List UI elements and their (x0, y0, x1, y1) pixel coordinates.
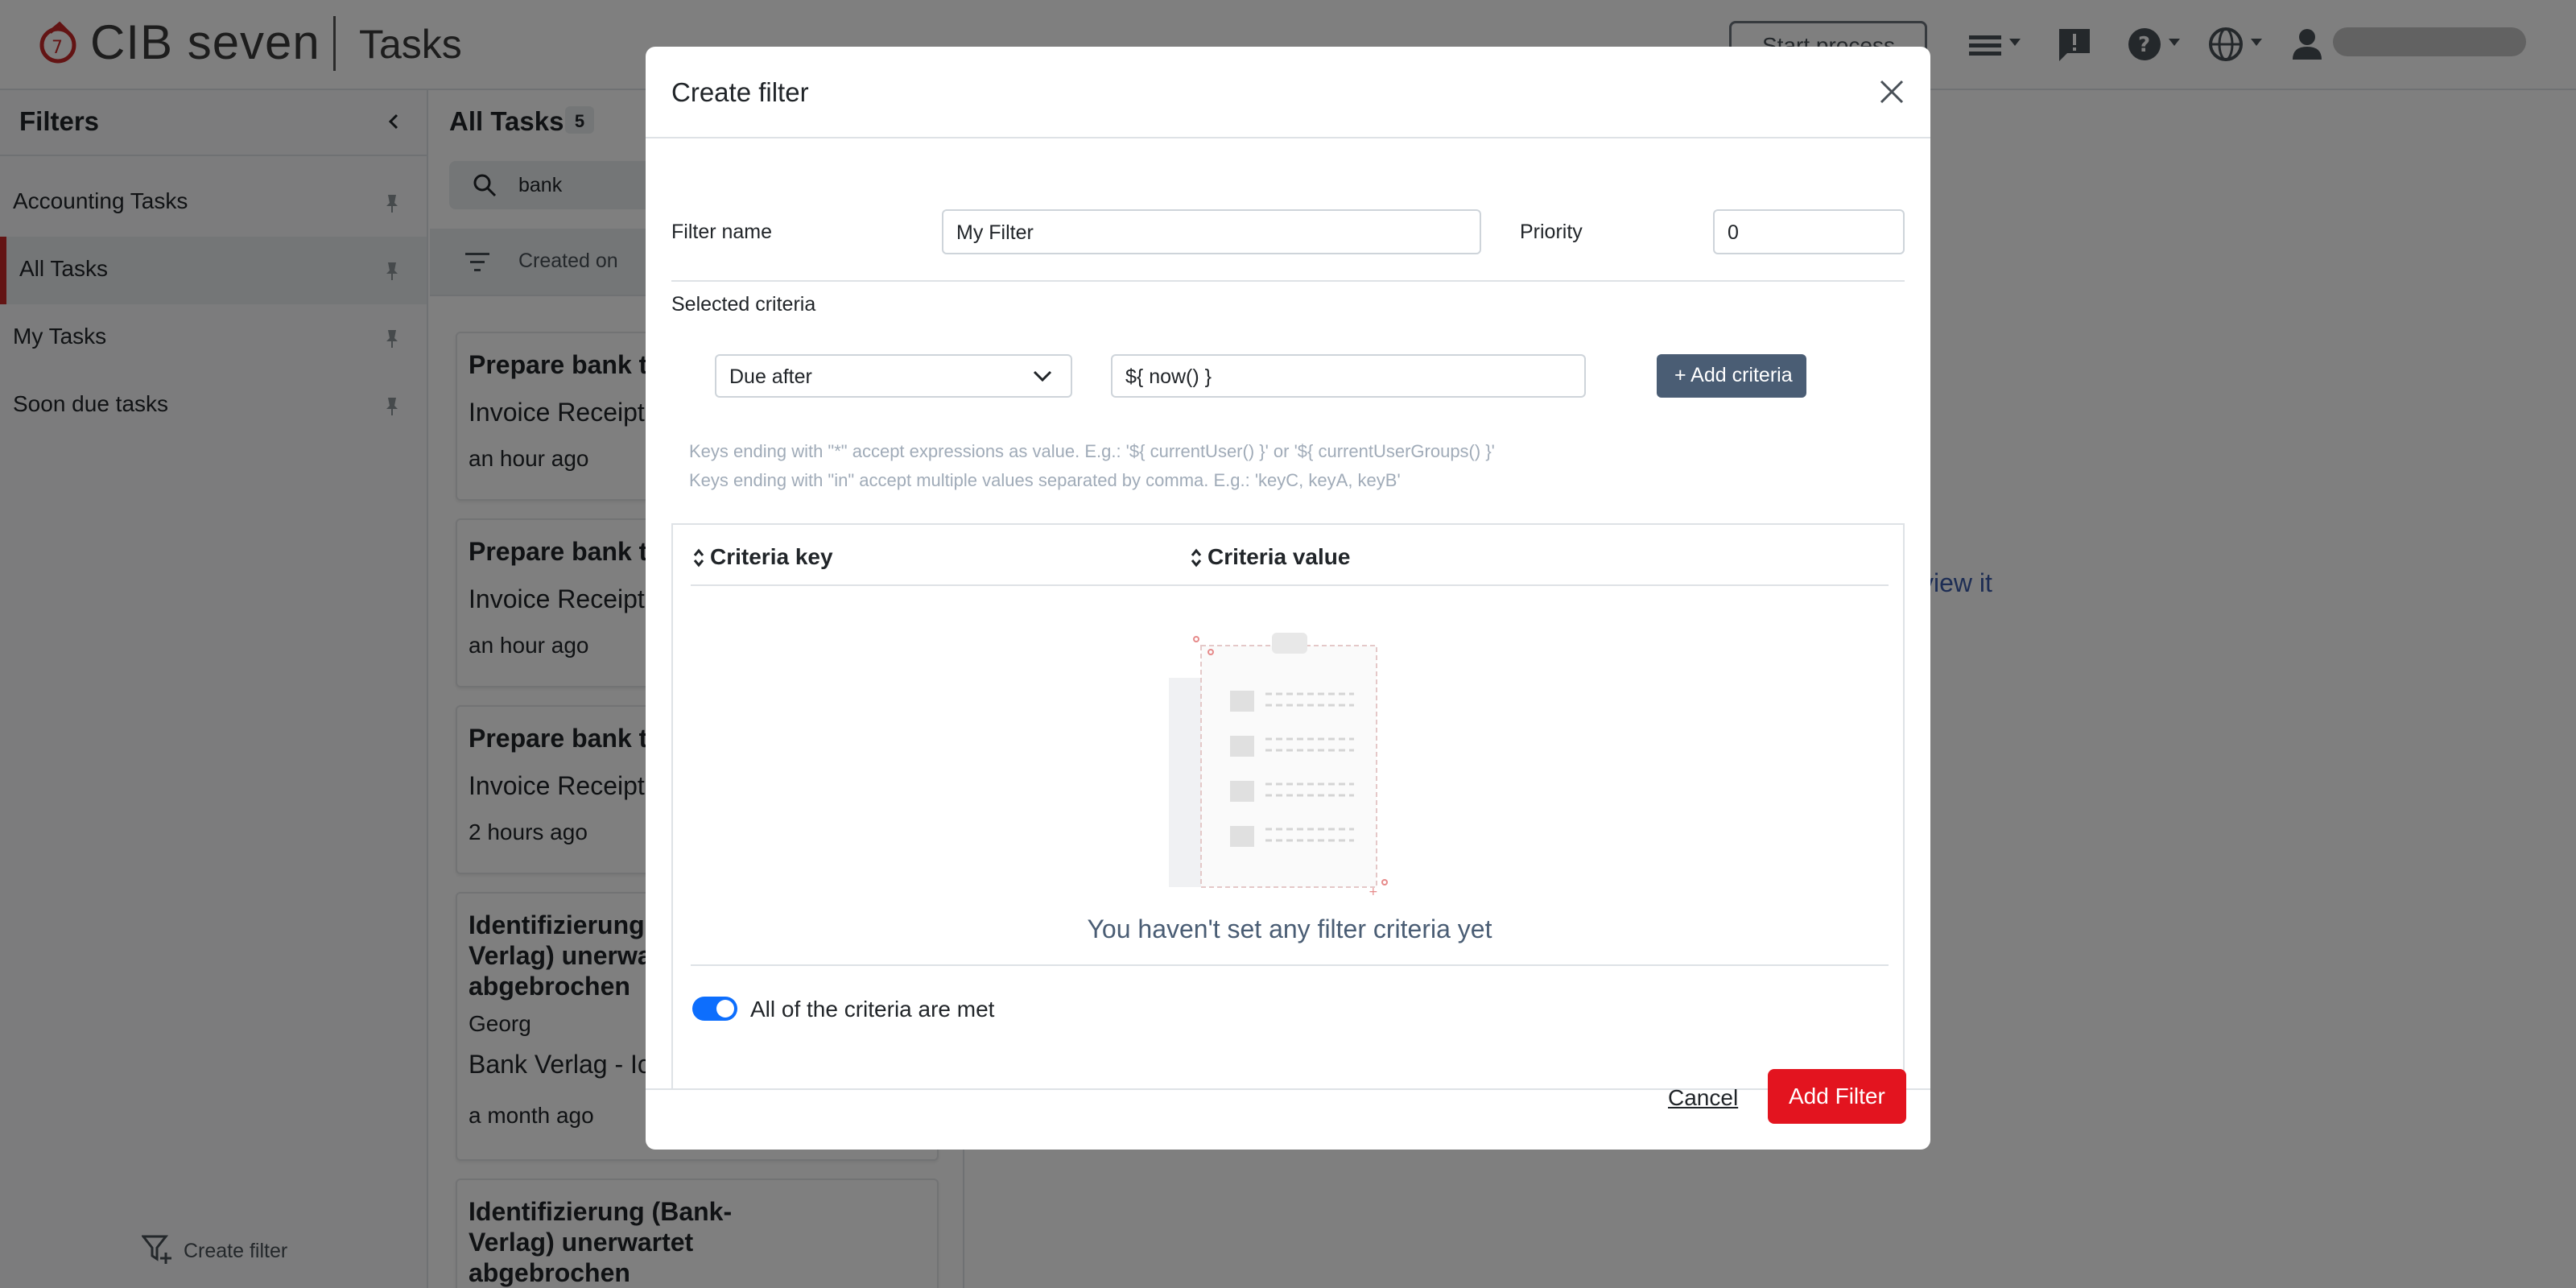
column-label: Criteria value (1208, 544, 1351, 569)
add-filter-button[interactable]: Add Filter (1768, 1069, 1906, 1124)
table-footer-divider (691, 964, 1889, 966)
modal-body: Filter name My Filter Priority 0 Selecte… (646, 138, 1930, 1088)
empty-clipboard-illustration: + (1169, 633, 1388, 895)
column-header-criteria-value[interactable]: Criteria value (1191, 544, 1351, 570)
form-divider (671, 280, 1905, 282)
table-header-divider (691, 584, 1889, 586)
sort-icon (1191, 548, 1202, 568)
hint-expressions: Keys ending with "*" accept expressions … (689, 441, 1495, 461)
all-criteria-toggle[interactable] (692, 997, 737, 1021)
criteria-table: Criteria key Criteria value + You haven'… (671, 523, 1905, 1088)
svg-text:+: + (1368, 886, 1378, 895)
cancel-button[interactable]: Cancel (1668, 1085, 1738, 1111)
criteria-key-select[interactable]: Due after (715, 354, 1072, 398)
sort-icon (693, 548, 704, 568)
priority-input[interactable]: 0 (1713, 209, 1905, 254)
empty-criteria-message: You haven't set any filter criteria yet (1087, 914, 1492, 943)
add-criteria-button[interactable]: + Add criteria (1657, 354, 1806, 398)
filter-name-label: Filter name (671, 221, 773, 243)
chevron-down-icon (1033, 370, 1052, 382)
criteria-value-input[interactable]: ${ now() } (1111, 354, 1586, 398)
filter-name-input[interactable]: My Filter (942, 209, 1481, 254)
priority-label: Priority (1520, 221, 1583, 243)
column-label: Criteria key (710, 544, 833, 569)
modal-title: Create filter (671, 77, 809, 107)
all-criteria-label: All of the criteria are met (750, 997, 995, 1022)
selected-criteria-label: Selected criteria (671, 293, 816, 316)
create-filter-modal: Create filter Filter name My Filter Prio… (646, 47, 1930, 1150)
hint-multiple-values: Keys ending with "in" accept multiple va… (689, 470, 1401, 490)
close-icon[interactable] (1877, 77, 1906, 106)
criteria-key-selected: Due after (729, 365, 812, 388)
column-header-criteria-key[interactable]: Criteria key (693, 544, 833, 570)
